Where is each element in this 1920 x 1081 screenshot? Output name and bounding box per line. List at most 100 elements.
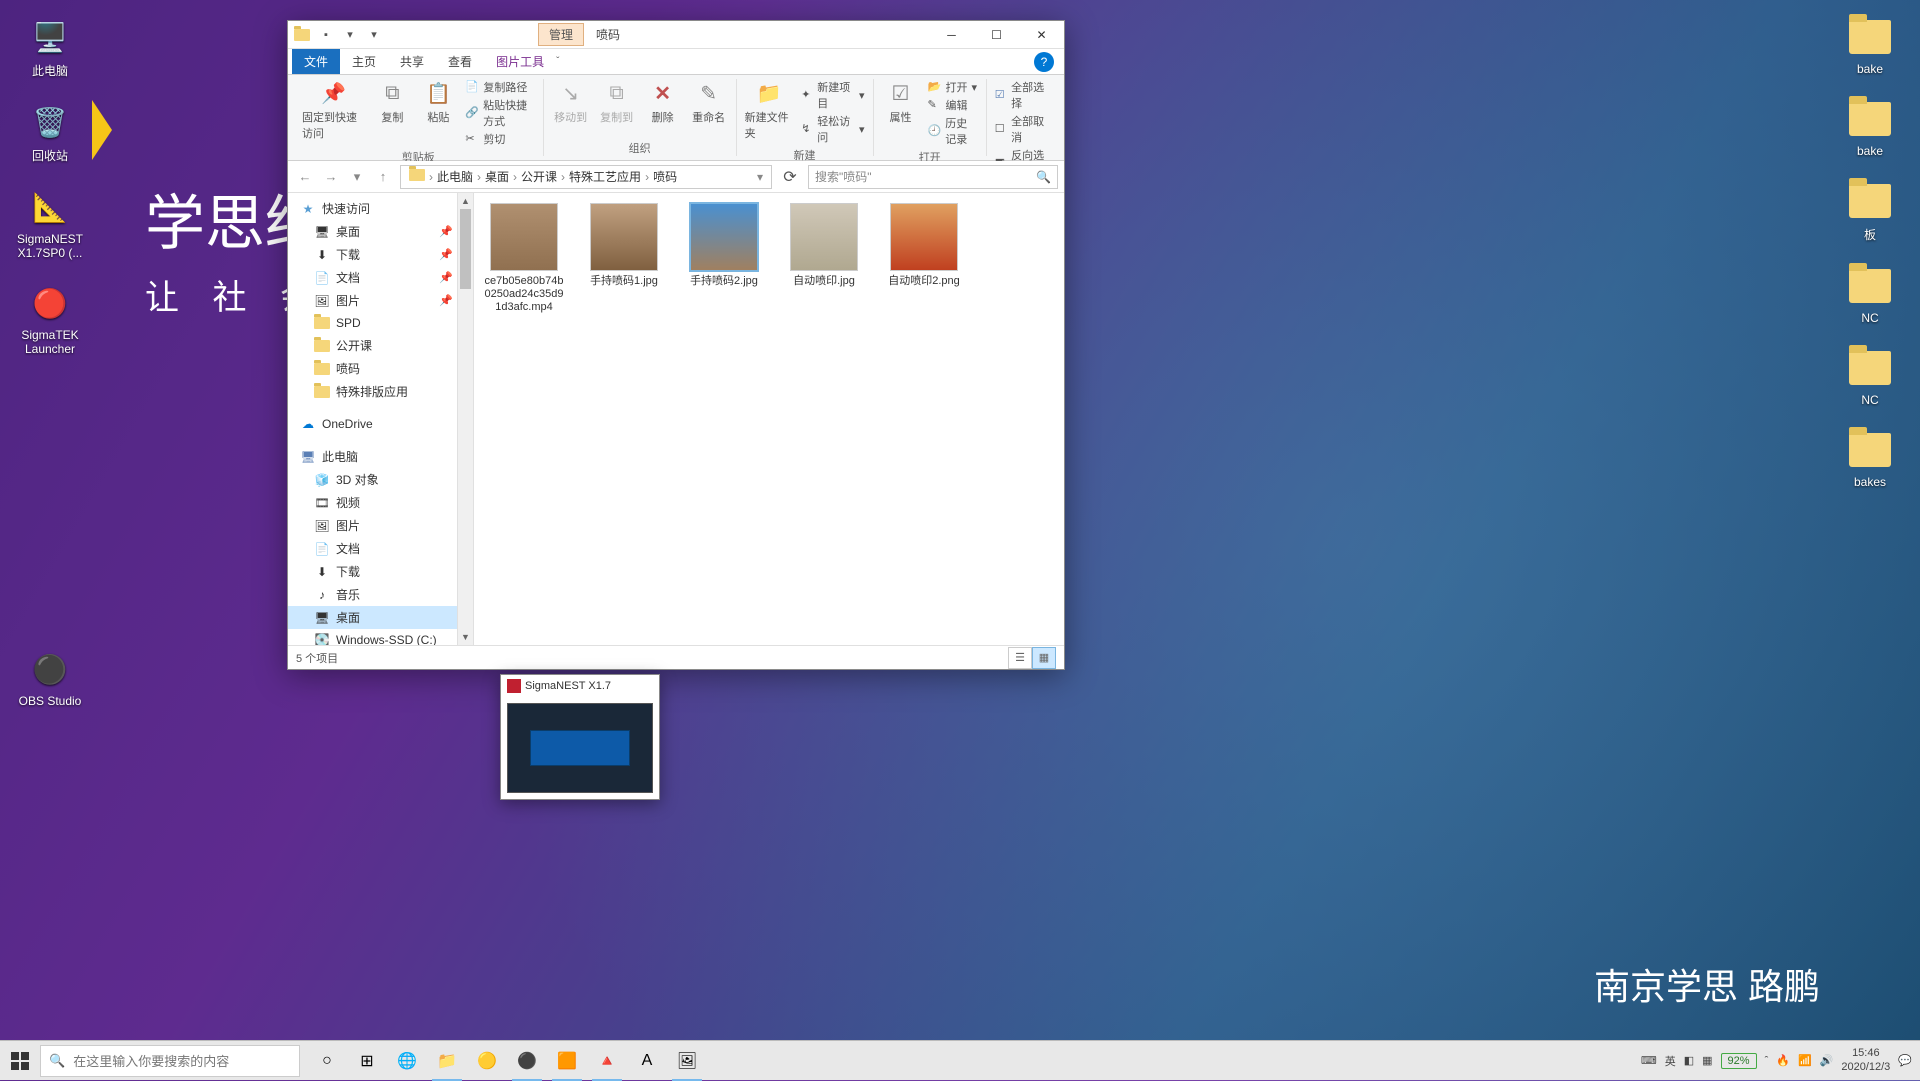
tab-home[interactable]: 主页 bbox=[340, 49, 388, 74]
tree-item[interactable]: 🖼图片📌 bbox=[288, 289, 457, 312]
tree-scrollbar[interactable]: ▲ ▼ bbox=[458, 193, 474, 645]
desktop-folder[interactable]: NC bbox=[1830, 341, 1910, 413]
ribbon-collapse-icon[interactable]: ˇ bbox=[556, 56, 559, 67]
select-all-button[interactable]: ☑全部选择 bbox=[995, 79, 1050, 111]
desktop-folder[interactable]: bake bbox=[1830, 10, 1910, 82]
file-item[interactable]: 手持喷码1.jpg bbox=[584, 203, 664, 315]
tree-item[interactable]: 喷码 bbox=[288, 357, 457, 380]
clock[interactable]: 15:46 2020/12/3 bbox=[1841, 1047, 1890, 1073]
tree-item[interactable]: ⬇下载 bbox=[288, 560, 457, 583]
start-button[interactable] bbox=[0, 1041, 40, 1081]
tray-icon[interactable]: 📶 bbox=[1798, 1054, 1812, 1067]
tree-item[interactable]: 🖼图片 bbox=[288, 514, 457, 537]
desktop-folder[interactable]: bake bbox=[1830, 92, 1910, 164]
tray-icon[interactable]: ▦ bbox=[1702, 1054, 1712, 1067]
tab-share[interactable]: 共享 bbox=[388, 49, 436, 74]
cut-button[interactable]: ✂剪切 bbox=[465, 131, 534, 147]
file-item[interactable]: 自动喷印2.png bbox=[884, 203, 964, 315]
desktop-folder[interactable]: 板 bbox=[1830, 174, 1910, 249]
new-item-button[interactable]: ✦新建项目 ▾ bbox=[801, 79, 864, 111]
breadcrumb-dropdown-icon[interactable]: ▾ bbox=[753, 170, 767, 184]
tree-item[interactable]: 📄文档 bbox=[288, 537, 457, 560]
desktop-folder[interactable]: bakes bbox=[1830, 423, 1910, 495]
tree-quick-access[interactable]: ★快速访问 bbox=[288, 197, 457, 220]
scroll-thumb[interactable] bbox=[460, 209, 471, 289]
paste-button[interactable]: 📋粘贴 bbox=[419, 79, 457, 125]
tray-icon[interactable]: 🔥 bbox=[1776, 1054, 1790, 1067]
breadcrumb-seg[interactable]: 公开课 bbox=[517, 168, 561, 185]
up-button[interactable]: ↑ bbox=[372, 166, 394, 188]
tree-this-pc[interactable]: 🖥此电脑 bbox=[288, 445, 457, 468]
powerpoint-icon[interactable]: 🟧 bbox=[548, 1041, 586, 1081]
tree-item-selected[interactable]: 🖥桌面 bbox=[288, 606, 457, 629]
tray-icon[interactable]: ⌨ bbox=[1641, 1054, 1657, 1067]
explorer-icon[interactable]: 📁 bbox=[428, 1041, 466, 1081]
new-folder-button[interactable]: 📁新建文件夹 bbox=[745, 79, 794, 141]
file-item[interactable]: ce7b05e80b74b0250ad24c35d91d3afc.mp4 bbox=[484, 203, 564, 315]
tree-item[interactable]: 📄文档📌 bbox=[288, 266, 457, 289]
refresh-button[interactable]: ⟳ bbox=[778, 165, 802, 189]
properties-button[interactable]: ☑属性 bbox=[882, 79, 920, 125]
qa-dropdown-icon[interactable]: ▾ bbox=[364, 25, 384, 45]
desktop-icon-thispc[interactable]: 🖥️此电脑 bbox=[10, 10, 90, 85]
search-input[interactable]: 搜索"喷码" 🔍 bbox=[808, 165, 1058, 189]
back-button[interactable]: ← bbox=[294, 166, 316, 188]
tree-onedrive[interactable]: ☁OneDrive bbox=[288, 413, 457, 435]
chrome-icon[interactable]: 🟡 bbox=[468, 1041, 506, 1081]
photos-icon[interactable]: 🖼 bbox=[668, 1041, 706, 1081]
help-button[interactable]: ? bbox=[1034, 52, 1054, 72]
tray-ime[interactable]: 英 bbox=[1665, 1053, 1676, 1069]
tree-item[interactable]: ⬇下载📌 bbox=[288, 243, 457, 266]
taskbar-search-input[interactable]: 🔍 在这里输入你要搜索的内容 bbox=[40, 1045, 300, 1077]
close-button[interactable]: ✕ bbox=[1019, 21, 1064, 49]
preview-thumbnail[interactable] bbox=[507, 703, 653, 793]
desktop-icon-sigmanest[interactable]: 📐SigmaNEST X1.7SP0 (... bbox=[10, 180, 90, 266]
copy-button[interactable]: ⧉复制 bbox=[373, 79, 411, 125]
taskbar-preview[interactable]: SigmaNEST X1.7 bbox=[500, 674, 660, 800]
details-view-button[interactable]: ☰ bbox=[1008, 647, 1032, 669]
thumbnails-view-button[interactable]: ▦ bbox=[1032, 647, 1056, 669]
maximize-button[interactable]: ☐ bbox=[974, 21, 1019, 49]
tree-item[interactable]: ♪音乐 bbox=[288, 583, 457, 606]
obs-icon[interactable]: ⚫ bbox=[508, 1041, 546, 1081]
autocad-icon[interactable]: A bbox=[628, 1041, 666, 1081]
copy-to-button[interactable]: ⧉复制到 bbox=[598, 79, 636, 125]
edge-icon[interactable]: 🌐 bbox=[388, 1041, 426, 1081]
tray-chevron-icon[interactable]: ˆ bbox=[1765, 1055, 1769, 1067]
desktop-folder[interactable]: NC bbox=[1830, 259, 1910, 331]
minimize-button[interactable]: ─ bbox=[929, 21, 974, 49]
tab-view[interactable]: 查看 bbox=[436, 49, 484, 74]
desktop-icon-obs[interactable]: ⚫OBS Studio bbox=[10, 642, 90, 714]
pin-quick-access-button[interactable]: 📌固定到快速访问 bbox=[302, 79, 365, 141]
easy-access-button[interactable]: ↯轻松访问 ▾ bbox=[801, 113, 864, 145]
sigmanest-icon[interactable]: 🔺 bbox=[588, 1041, 626, 1081]
title-bar[interactable]: ▪ ▾ ▾ 管理 喷码 ─ ☐ ✕ bbox=[288, 21, 1064, 49]
tab-picture-tools[interactable]: 图片工具 bbox=[484, 49, 556, 74]
open-button[interactable]: 📂打开 ▾ bbox=[928, 79, 978, 95]
qa-icon[interactable]: ▾ bbox=[340, 25, 360, 45]
forward-button[interactable]: → bbox=[320, 166, 342, 188]
tree-item[interactable]: SPD bbox=[288, 312, 457, 334]
tree-item[interactable]: 公开课 bbox=[288, 334, 457, 357]
cortana-button[interactable]: ○ bbox=[308, 1041, 346, 1081]
desktop-icon-recycle[interactable]: 🗑️回收站 bbox=[10, 95, 90, 170]
scroll-up-icon[interactable]: ▲ bbox=[458, 193, 473, 209]
tray-volume-icon[interactable]: 🔊 bbox=[1820, 1054, 1834, 1067]
file-item[interactable]: 自动喷印.jpg bbox=[784, 203, 864, 315]
file-item-selected[interactable]: 手持喷码2.jpg bbox=[684, 203, 764, 315]
delete-button[interactable]: ✕删除 bbox=[644, 79, 682, 125]
tab-file[interactable]: 文件 bbox=[292, 49, 340, 74]
contextual-tab-manage[interactable]: 管理 bbox=[538, 23, 584, 46]
nav-tree[interactable]: ★快速访问 🖥桌面📌 ⬇下载📌 📄文档📌 🖼图片📌 SPD 公开课 喷码 特殊排… bbox=[288, 193, 458, 645]
task-view-button[interactable]: ⊞ bbox=[348, 1041, 386, 1081]
desktop-icon-sigmatek[interactable]: 🔴SigmaTEK Launcher bbox=[10, 276, 90, 362]
tree-item[interactable]: 🧊3D 对象 bbox=[288, 468, 457, 491]
rename-button[interactable]: ✎重命名 bbox=[690, 79, 728, 125]
breadcrumb-seg[interactable]: 喷码 bbox=[649, 168, 681, 185]
battery-status[interactable]: 92% bbox=[1721, 1053, 1757, 1069]
tree-item[interactable]: 🖥桌面📌 bbox=[288, 220, 457, 243]
tree-item[interactable]: 🎞视频 bbox=[288, 491, 457, 514]
tray-icon[interactable]: ◧ bbox=[1684, 1054, 1694, 1067]
copy-path-button[interactable]: 📄复制路径 bbox=[465, 79, 534, 95]
tree-item[interactable]: 💽Windows-SSD (C:) bbox=[288, 629, 457, 645]
